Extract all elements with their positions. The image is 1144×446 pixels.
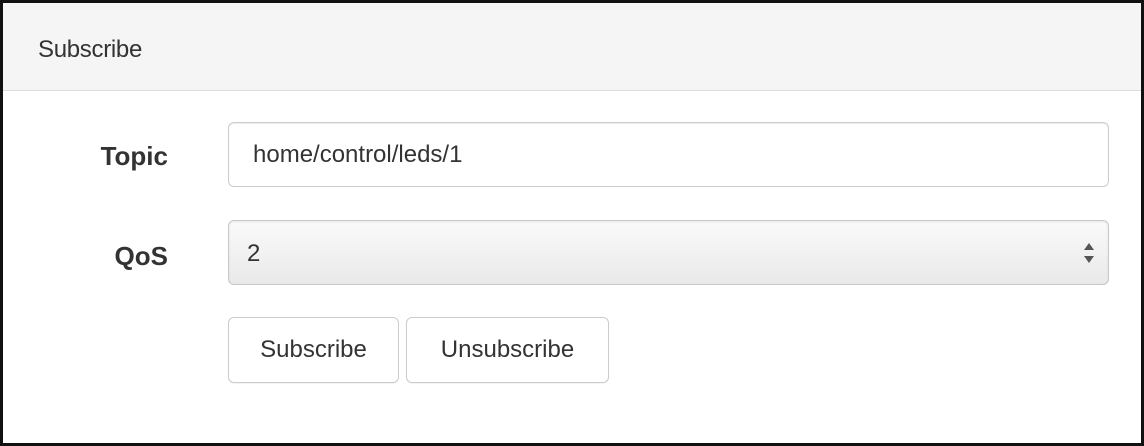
subscribe-panel: Subscribe Topic QoS 2 Subscribe Unsubscr… <box>0 0 1144 446</box>
qos-selected-value: 2 <box>247 240 261 267</box>
topic-input[interactable] <box>228 122 1109 187</box>
unsubscribe-button[interactable]: Unsubscribe <box>406 317 609 383</box>
sort-arrows-icon <box>1084 243 1094 263</box>
topic-label: Topic <box>100 141 168 171</box>
panel-title: Subscribe <box>38 36 143 63</box>
panel-heading: Subscribe <box>3 3 1141 91</box>
qos-label: QoS <box>114 241 168 271</box>
subscribe-button[interactable]: Subscribe <box>228 317 399 383</box>
qos-select[interactable]: 2 <box>228 220 1109 285</box>
